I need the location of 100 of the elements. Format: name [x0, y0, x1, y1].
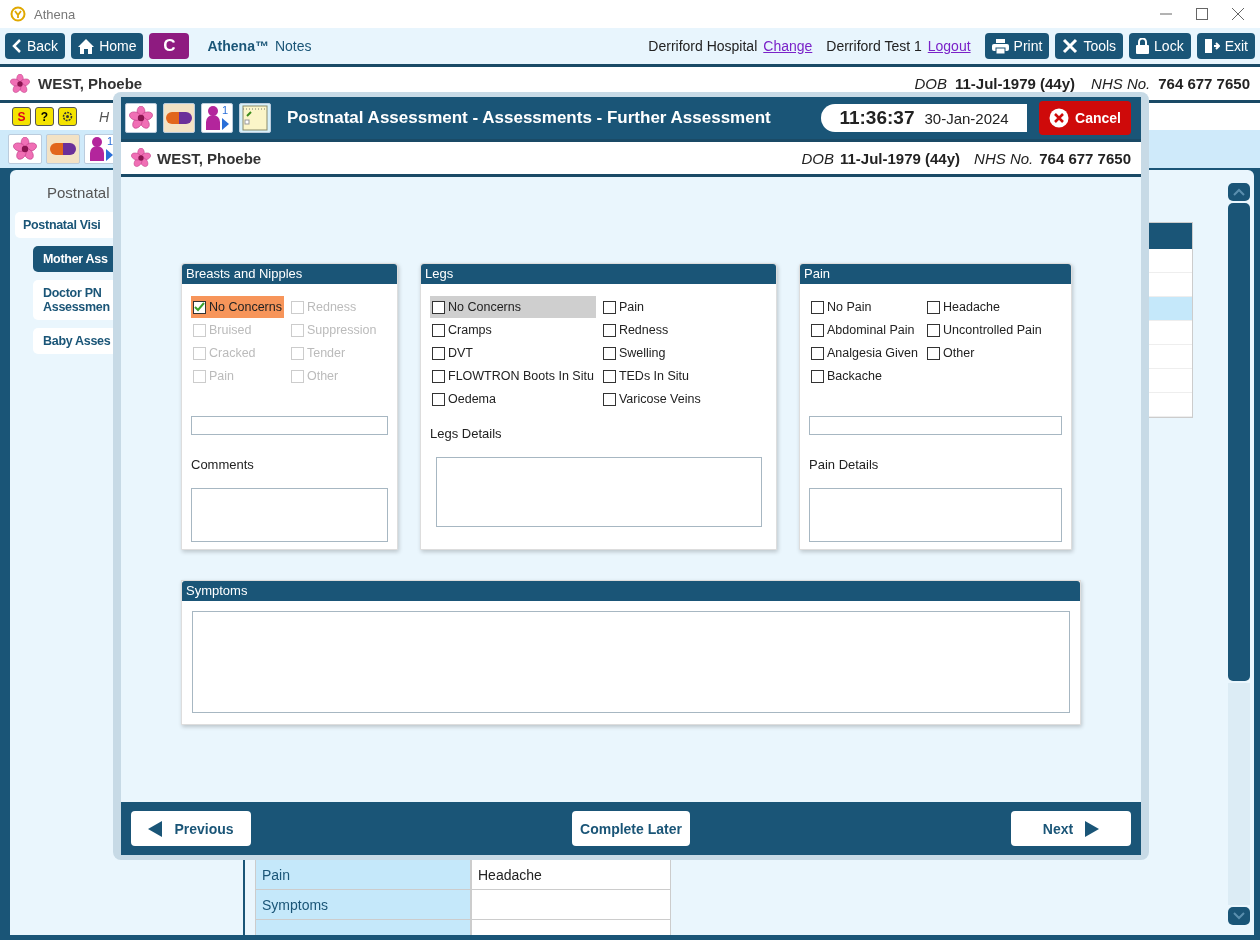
dialog-title: Postnatal Assessment - Assessments - Further Assessment [287, 108, 772, 128]
table-cell: Headache [471, 860, 671, 890]
checkbox-option[interactable]: Oedema [430, 388, 596, 410]
change-link[interactable]: Change [763, 38, 813, 54]
details-text-area[interactable] [436, 457, 762, 527]
chevron-up-icon [1233, 188, 1245, 196]
flower-icon [10, 73, 30, 94]
checkmark-icon [194, 302, 205, 312]
notes-button[interactable] [239, 103, 271, 133]
medication-button[interactable] [163, 103, 195, 133]
patient-name: WEST, Phoebe [38, 75, 143, 92]
right-arrow-icon [1085, 820, 1100, 837]
details-text-area[interactable] [191, 488, 388, 542]
flower-icon [13, 137, 37, 161]
settings-button[interactable] [58, 107, 77, 126]
time-text: 11:36:37 [839, 107, 915, 129]
exit-icon [1203, 38, 1220, 54]
window-title: Athena [34, 6, 76, 22]
checkbox-option[interactable]: Redness [600, 319, 703, 341]
person-icon [204, 105, 230, 131]
person-icon [88, 136, 114, 162]
checkbox-option[interactable]: Pain [600, 296, 703, 318]
nhs-label: NHS No. [1091, 75, 1151, 92]
checkbox-option[interactable]: Abdominal Pain [809, 319, 921, 341]
table-cell: Symptoms [255, 890, 471, 920]
scrollbar-thumb[interactable] [1228, 203, 1250, 681]
scroll-up-button[interactable] [1228, 183, 1250, 201]
checkbox-option[interactable]: Uncontrolled Pain [925, 319, 1044, 341]
patient-name: WEST, Phoebe [157, 149, 262, 167]
checkbox-option[interactable]: TEDs In Situ [600, 365, 703, 387]
next-button[interactable]: Next [1011, 811, 1131, 846]
flower-icon [131, 148, 151, 168]
scroll-down-button[interactable] [1228, 907, 1250, 925]
alert-button[interactable]: S [12, 107, 31, 126]
capsule-icon [165, 111, 193, 125]
logout-link[interactable]: Logout [927, 38, 971, 54]
checkbox-option[interactable]: No Pain [809, 296, 921, 318]
close-icon [1049, 108, 1070, 128]
home-icon [78, 38, 95, 54]
help-button[interactable]: ? [35, 107, 54, 126]
hint-text: H [99, 108, 110, 125]
toolbar-button[interactable]: Lock [1129, 33, 1191, 59]
checkbox-option[interactable]: Varicose Veins [600, 388, 703, 410]
dob-value: 11-Jul-1979 (44y) [954, 75, 1076, 92]
checkbox-option[interactable]: No Concerns [191, 296, 284, 318]
symptoms-text-area[interactable] [192, 611, 1070, 713]
left-arrow-icon [148, 820, 163, 837]
details-label: Legs Details [430, 426, 503, 441]
cancel-button[interactable]: Cancel [1039, 101, 1131, 135]
patient-button[interactable] [125, 103, 157, 133]
app-section: Notes [274, 38, 312, 54]
panel-title: Breasts and Nipples [182, 264, 397, 284]
toolbar-button[interactable]: Tools [1055, 33, 1124, 59]
date-text: 30-Jan-2024 [924, 109, 1009, 127]
printer-icon [991, 38, 1009, 54]
checkbox-option[interactable]: Headache [925, 296, 1044, 318]
maximize-icon[interactable] [1196, 8, 1208, 20]
nhs-value: 764 677 7650 [1158, 75, 1250, 92]
input-field[interactable] [191, 416, 388, 435]
checkbox-option[interactable]: Analgesia Given [809, 342, 921, 364]
nhs-label: NHS No. [974, 149, 1034, 167]
chevron-down-icon [1233, 912, 1245, 920]
panel-title: Legs [421, 264, 776, 284]
checkbox-option[interactable]: DVT [430, 342, 596, 364]
checkbox-option[interactable]: FLOWTRON Boots In Situ [430, 365, 596, 387]
flower-icon [129, 106, 153, 130]
app-badge-button[interactable]: C [149, 33, 190, 59]
complete-later-button[interactable]: Complete Later [572, 811, 690, 846]
nav-button[interactable]: Home [71, 33, 144, 59]
dob-label: DOB [801, 149, 834, 167]
table-cell: Pain [255, 860, 471, 890]
lock-icon [1136, 38, 1150, 54]
patient-button[interactable] [8, 134, 42, 164]
close-icon[interactable] [1232, 8, 1244, 20]
toolbar-button[interactable]: Print [984, 33, 1050, 59]
checkbox-option[interactable]: Cramps [430, 319, 596, 341]
details-label: Comments [191, 457, 255, 472]
toolbar-button[interactable]: Exit [1196, 33, 1255, 59]
checkbox-option[interactable]: No Concerns [430, 296, 596, 318]
dob-value: 11-Jul-1979 (44y) [839, 149, 961, 167]
nhs-value: 764 677 7650 [1039, 149, 1131, 167]
input-field[interactable] [809, 416, 1062, 435]
checkbox-option[interactable]: Swelling [600, 342, 703, 364]
hospital-name: Derriford Hospital [648, 38, 758, 54]
breadcrumb: Postnatal [47, 183, 111, 203]
episode-button[interactable]: 1 [201, 103, 233, 133]
panel-title: Pain [800, 264, 1071, 284]
details-label: Pain Details [809, 457, 880, 472]
capsule-icon [49, 142, 77, 156]
panel-title: Symptoms [182, 581, 1080, 601]
nav-button[interactable]: Back [5, 33, 66, 59]
user-name: Derriford Test 1 [826, 38, 922, 54]
chevron-left-icon [12, 39, 22, 53]
previous-button[interactable]: Previous [131, 811, 251, 846]
notepad-icon [241, 104, 269, 132]
medication-button[interactable] [46, 134, 80, 164]
checkbox-option[interactable]: Backache [809, 365, 921, 387]
settings-icon [61, 110, 74, 123]
checkbox-option[interactable]: Other [925, 342, 1044, 364]
details-text-area[interactable] [809, 488, 1062, 542]
